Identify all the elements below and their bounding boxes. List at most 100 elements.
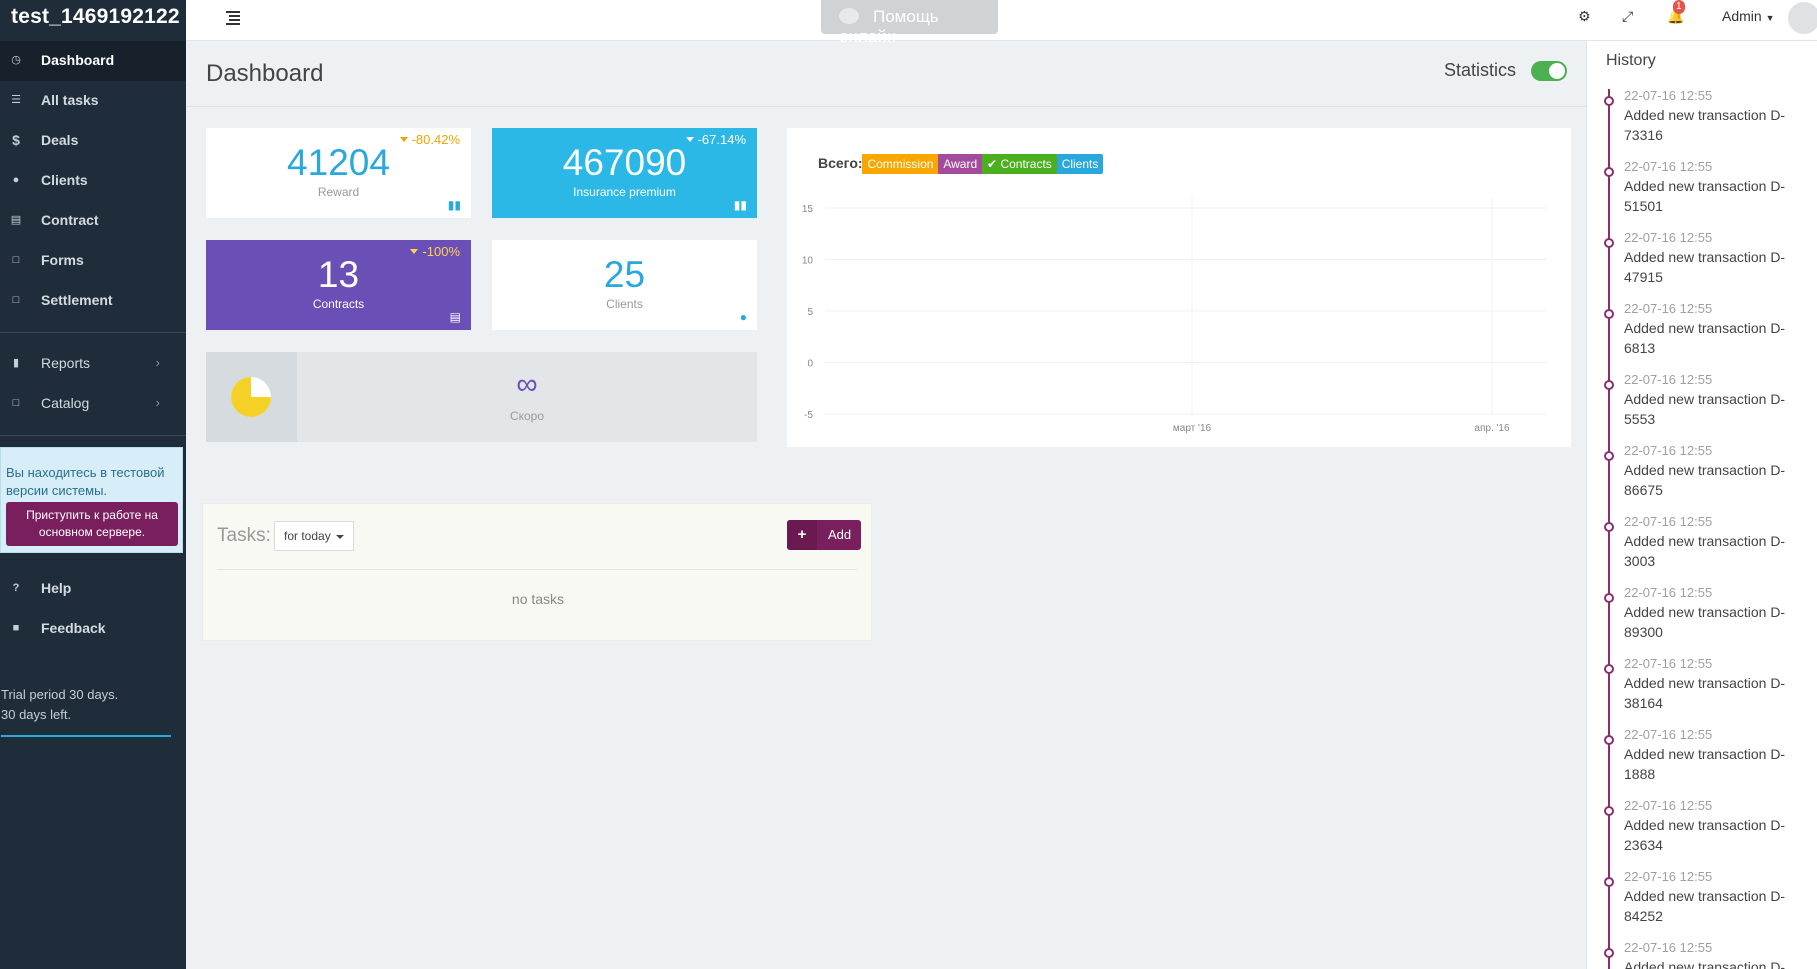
reward-card[interactable]: -80.42% 41204 Reward ▮▮ [206,128,471,218]
sidebar-item-label: Catalog [41,395,90,411]
chevron-right-icon: › [155,355,160,370]
file-icon: □ [12,294,20,306]
page-header: Dashboard Statistics [186,41,1586,107]
file-icon: □ [12,254,20,266]
chevron-right-icon: › [155,395,160,410]
history-time: 22-07-16 12:55 [1624,443,1713,458]
reward-trend: -80.42% [400,132,460,147]
history-item: 22-07-16 12:55 Added new transaction D-47… [1587,229,1817,300]
line-chart: 15 10 5 0 -5 март '16 апр. '16 [802,198,1547,434]
contracts-card[interactable]: -100% 13 Contracts ▤ [206,240,471,330]
briefcase-icon: ▤ [449,310,461,324]
insurance-label: Insurance premium [573,185,676,199]
help-online-button[interactable]: Помощь онлайн [821,0,998,46]
insurance-premium-card[interactable]: -67.14% 467090 Insurance premium ▮▮ [492,128,757,218]
add-label: Add [828,527,852,542]
question-icon: ? [12,582,20,594]
y-tick-label: 10 [802,256,814,267]
tasks-empty-text: no tasks [511,591,565,607]
history-text: Added new transaction D-38164 [1624,675,1786,711]
history-text: Added new transaction D-73316 [1624,107,1786,143]
history-time: 22-07-16 12:55 [1624,514,1713,529]
tasks-filter-dropdown[interactable]: for today [274,521,354,551]
contracts-value: 13 [317,254,360,295]
sidebar-item-catalog[interactable]: □ Catalog › [0,384,186,424]
history-text: Added new transaction D- [1624,959,1786,969]
sidebar-item-contract[interactable]: ▤ Contract [0,201,186,241]
history-item: 22-07-16 12:55 Added new transaction D-89… [1587,584,1817,655]
history-item: 22-07-16 12:55 Added new transaction D-23… [1587,797,1817,868]
reward-value: 41204 [287,142,390,183]
add-task-button[interactable]: + Add [787,520,861,550]
sidebar-divider [0,332,186,333]
history-item: 22-07-16 12:55 Added new transaction D-86… [1587,442,1817,513]
y-tick-label: -5 [804,410,813,421]
sidebar-item-forms[interactable]: □ Forms [0,241,186,281]
clients-value: 25 [603,254,646,295]
history-text: Added new transaction D-84252 [1624,888,1786,924]
sidebar-item-settlement[interactable]: □ Settlement [0,281,186,321]
history-item: 22-07-16 12:55 Added new transaction D-68… [1587,300,1817,371]
sidebar-item-deals[interactable]: $ Deals [0,121,186,161]
history-title: History [1606,52,1656,69]
history-item: 22-07-16 12:55 Added new transaction D-84… [1587,868,1817,939]
pie-icon-box [206,352,297,442]
history-item: 22-07-16 12:55 Added new transaction D-73… [1587,87,1817,158]
sidebar-item-reports[interactable]: ▮ Reports › [0,344,186,384]
user-menu[interactable]: Admin ▼ [1722,8,1775,24]
sidebar-item-clients[interactable]: ● Clients [0,161,186,201]
soon-label: Скоро [509,409,545,423]
chart-card: Всего: Commission Award ✔ Contracts Clie… [787,128,1571,447]
history-item: 22-07-16 12:55 Added new transaction D-55… [1587,371,1817,442]
trial-period-text: Trial period 30 days. [1,687,119,702]
reward-label: Reward [317,185,360,199]
sidebar-item-label: Dashboard [41,52,115,68]
page-title: Dashboard [206,60,324,87]
trial-progress-bar [1,735,171,737]
menu-toggle-icon[interactable] [226,9,240,25]
brand-name[interactable]: test_1469192122 [0,0,186,41]
history-time: 22-07-16 12:55 [1624,230,1713,245]
history-time: 22-07-16 12:55 [1624,88,1713,103]
history-time: 22-07-16 12:55 [1624,798,1713,813]
sidebar-item-feedback[interactable]: ■ Feedback [0,609,186,649]
bar-chart-icon: ▮▮ [733,198,747,212]
contracts-trend: -100% [410,244,460,259]
history-item: 22-07-16 12:55 Added new transaction D-51… [1587,158,1817,229]
y-tick-label: 15 [802,204,814,215]
history-text: Added new transaction D-23634 [1624,817,1786,853]
sidebar-item-help[interactable]: ? Help [0,569,186,609]
history-time: 22-07-16 12:55 [1624,159,1713,174]
history-time: 22-07-16 12:55 [1624,585,1713,600]
statistics-toggle[interactable] [1531,61,1567,81]
switch-server-button[interactable]: Приступить к работе на основном сервере. [6,502,178,546]
statistics-label: Statistics [1444,60,1517,80]
sidebar-item-label: Feedback [41,620,106,636]
sidebar-item-dashboard[interactable]: ◷ Dashboard [0,41,186,81]
contracts-label: Contracts [312,297,365,311]
bar-chart-icon: ▮ [12,357,20,369]
history-panel: History 22-07-16 12:55 Added new transact… [1586,41,1817,969]
sidebar: ◷ Dashboard ☰ All tasks $ Deals ● Client… [0,41,186,969]
notification-badge: 1 [1673,0,1685,14]
fullscreen-icon[interactable]: ⤢ [1622,8,1633,25]
sidebar-item-label: Clients [41,172,88,188]
caret-down-icon: ▼ [1765,13,1775,23]
tasks-title: Tasks: [217,525,271,546]
sidebar-item-label: Help [41,580,72,596]
gear-icon[interactable]: ⚙ [1578,8,1591,25]
history-time: 22-07-16 12:55 [1624,869,1713,884]
sidebar-item-all-tasks[interactable]: ☰ All tasks [0,81,186,121]
avatar[interactable] [1786,0,1817,36]
history-text: Added new transaction D-47915 [1624,249,1786,285]
bar-chart-icon: ▮▮ [447,198,461,212]
x-tick-label: март '16 [1173,423,1212,434]
history-text: Added new transaction D-6813 [1624,320,1786,356]
dashboard-icon: ◷ [11,54,21,66]
sidebar-item-label: Contract [41,212,99,228]
clients-card[interactable]: 25 Clients ● [492,240,757,330]
main-content: Dashboard Statistics -80.42% 41204 Rewar… [186,41,1586,969]
sidebar-item-label: Reports [41,355,91,371]
top-bar: test_1469192122 Помощь онлайн ⚙ ⤢ 🔔 1 Ad… [0,0,1817,46]
chat-bubble-icon [839,8,859,24]
